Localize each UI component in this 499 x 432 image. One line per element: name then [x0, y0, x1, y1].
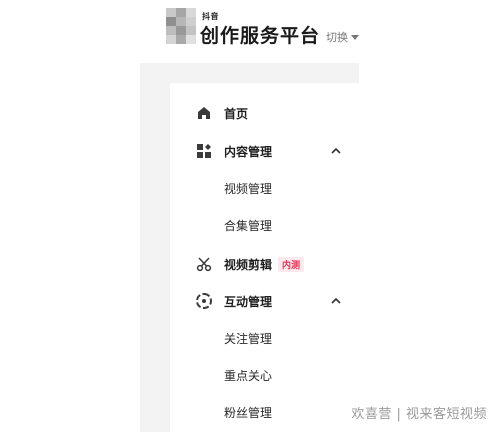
switch-label: 切换	[326, 31, 348, 44]
watermark: 欢喜营 | 视来客短视频	[351, 407, 487, 422]
caret-down-icon	[351, 34, 359, 40]
scissors-icon	[196, 256, 212, 272]
home-icon	[196, 105, 212, 121]
blurred-avatar	[166, 8, 196, 44]
sidebar-item-label: 互动管理	[224, 294, 273, 309]
creator-platform-page: 抖音 创作服务平台 切换 首页 内容管理 视频管理 合集管理 视频剪辑 内测 互…	[0, 0, 499, 432]
grid-icon	[196, 143, 212, 159]
interaction-icon	[196, 293, 212, 309]
sidebar-subitem-video-manage[interactable]: 视频管理	[224, 176, 272, 200]
beta-badge: 内测	[278, 256, 305, 272]
sidebar-subitem-key-care[interactable]: 重点关心	[224, 363, 272, 387]
sidebar-item-content-manage[interactable]: 内容管理	[196, 139, 272, 163]
sidebar-subitem-collection-manage[interactable]: 合集管理	[224, 213, 272, 237]
sidebar-subitem-follow-manage[interactable]: 关注管理	[224, 326, 272, 350]
sidebar-item-label: 首页	[224, 106, 249, 121]
sidebar-item-label: 内容管理	[224, 144, 273, 159]
sidebar-item-home[interactable]: 首页	[196, 101, 248, 125]
sidebar-item-video-edit[interactable]: 视频剪辑 内测	[196, 252, 305, 276]
sidebar-item-interaction-manage[interactable]: 互动管理	[196, 289, 272, 313]
sidebar-subitem-fans-manage[interactable]: 粉丝管理	[224, 400, 272, 424]
chevron-up-icon[interactable]	[329, 144, 343, 158]
platform-title: 创作服务平台	[200, 25, 321, 47]
chevron-up-icon[interactable]	[329, 294, 343, 308]
switch-account-button[interactable]: 切换	[326, 29, 359, 45]
sidebar-item-label: 视频剪辑	[224, 257, 273, 272]
